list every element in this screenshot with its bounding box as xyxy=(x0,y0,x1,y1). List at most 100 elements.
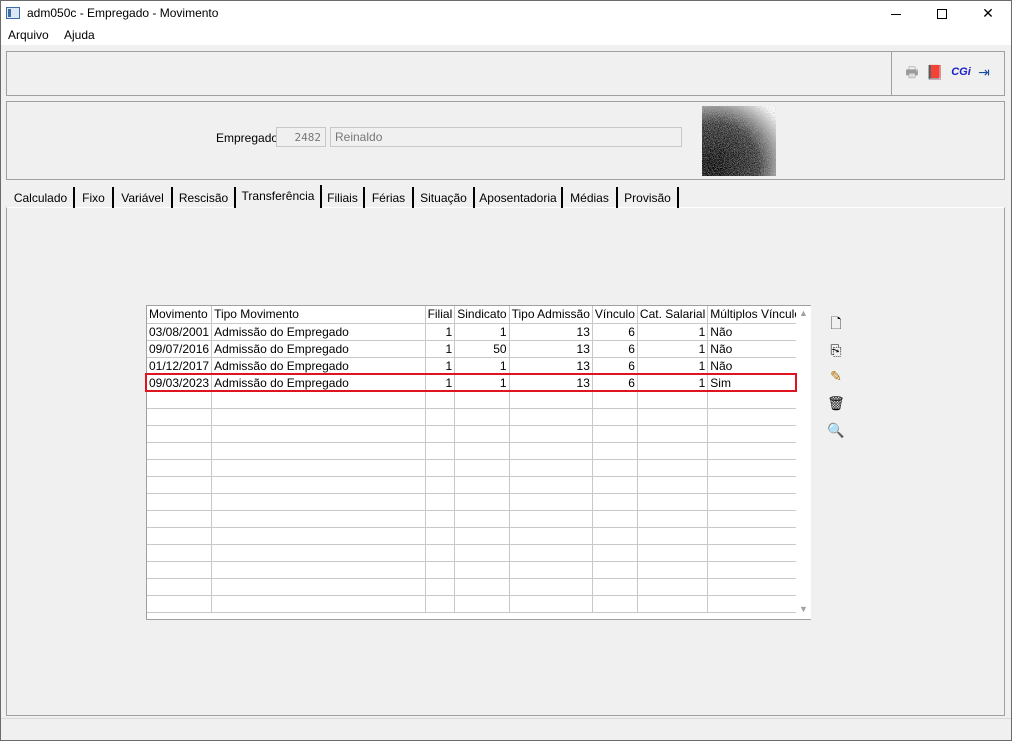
table-cell xyxy=(509,425,593,443)
column-header[interactable]: Tipo Movimento xyxy=(211,306,426,324)
empty-row[interactable] xyxy=(147,493,810,511)
table-cell xyxy=(454,493,510,511)
table-cell: Não xyxy=(707,340,810,358)
tab-rescisao[interactable]: Rescisão xyxy=(173,187,236,208)
table-cell xyxy=(454,510,510,528)
tab-situacao[interactable]: Situação xyxy=(414,187,475,208)
edit-pencil-icon[interactable]: ✎ xyxy=(827,367,845,385)
exit-icon[interactable]: ⇥ xyxy=(975,63,993,81)
table-cell xyxy=(147,459,213,477)
menu-ajuda[interactable]: Ajuda xyxy=(64,28,95,42)
employee-code-field[interactable]: 2482 xyxy=(276,127,326,147)
column-header[interactable]: Tipo Admissão xyxy=(509,306,593,324)
table-cell: 1 xyxy=(637,374,709,392)
table-cell xyxy=(425,459,456,477)
table-cell xyxy=(147,425,213,443)
minimize-button[interactable] xyxy=(873,1,919,25)
maximize-button[interactable] xyxy=(919,1,965,25)
empty-row[interactable] xyxy=(147,391,810,409)
empty-row[interactable] xyxy=(147,527,810,545)
table-cell xyxy=(454,442,510,460)
empty-row[interactable] xyxy=(147,561,810,579)
empty-row[interactable] xyxy=(147,425,810,443)
empty-row[interactable] xyxy=(147,544,810,562)
empty-row[interactable] xyxy=(147,578,810,596)
table-cell xyxy=(592,595,638,613)
table-cell xyxy=(211,595,426,613)
scroll-down-icon[interactable]: ▼ xyxy=(799,604,808,614)
table-cell xyxy=(509,459,593,477)
table-cell xyxy=(454,391,510,409)
cgi-icon[interactable]: CGi xyxy=(950,63,972,81)
table-cell xyxy=(147,476,213,494)
employee-label: Empregado: xyxy=(216,131,282,145)
close-button[interactable]: ✕ xyxy=(965,1,1011,25)
column-header[interactable]: Sindicato xyxy=(454,306,510,324)
table-cell xyxy=(425,476,456,494)
tab-provisao[interactable]: Provisão xyxy=(618,187,679,208)
table-cell: 1 xyxy=(454,374,510,392)
table-cell xyxy=(425,391,456,409)
column-header[interactable]: Múltiplos Vínculos xyxy=(707,306,810,324)
table-cell xyxy=(637,493,709,511)
table-cell xyxy=(707,578,810,596)
table-cell xyxy=(509,510,593,528)
maximize-icon xyxy=(937,9,947,20)
table-cell: 1 xyxy=(425,357,456,375)
column-header[interactable]: Vínculo xyxy=(592,306,638,324)
table-cell: Admissão do Empregado xyxy=(211,340,426,358)
table-cell xyxy=(592,391,638,409)
table-cell xyxy=(454,578,510,596)
tab-aposentadoria[interactable]: Aposentadoria xyxy=(475,187,563,208)
table-cell: Sim xyxy=(707,374,810,392)
table-cell xyxy=(592,544,638,562)
close-icon: ✕ xyxy=(982,5,994,21)
table-row[interactable]: 09/07/2016 Admissão do Empregado 1 50 13 6 1 Nã… xyxy=(147,340,810,358)
tab-transferencia[interactable]: Transferência xyxy=(236,185,322,208)
copy-icon[interactable]: ⎘ xyxy=(827,341,845,359)
scroll-up-icon[interactable]: ▲ xyxy=(799,308,808,318)
table-cell: Admissão do Empregado xyxy=(211,374,426,392)
column-header[interactable]: Filial xyxy=(425,306,456,324)
tab-variavel[interactable]: Variável xyxy=(114,187,173,208)
book-icon[interactable]: 📕 xyxy=(926,63,944,81)
trash-icon[interactable]: 🗑 xyxy=(827,394,845,412)
table-row[interactable]: 03/08/2001 Admissão do Empregado 1 1 13 6 1 Não xyxy=(147,323,810,341)
tab-calculado[interactable]: Calculado xyxy=(8,187,75,208)
empty-row[interactable] xyxy=(147,476,810,494)
table-cell: Admissão do Empregado xyxy=(211,357,426,375)
movement-grid[interactable]: Movimento Tipo Movimento Filial Sindicato Ti… xyxy=(146,305,811,620)
empty-row[interactable] xyxy=(147,408,810,426)
table-cell xyxy=(592,442,638,460)
table-row[interactable]: 01/12/2017 Admissão do Empregado 1 1 13 6 1 Não xyxy=(147,357,810,375)
table-cell: 1 xyxy=(637,323,709,341)
tab-fixo[interactable]: Fixo xyxy=(75,187,114,208)
magnifier-icon[interactable]: 🔍 xyxy=(827,421,845,439)
table-cell xyxy=(454,425,510,443)
empty-row[interactable] xyxy=(147,510,810,528)
empty-row[interactable] xyxy=(147,442,810,460)
column-header[interactable]: Movimento xyxy=(147,306,213,324)
table-cell: 6 xyxy=(592,357,638,375)
tab-filiais[interactable]: Filiais xyxy=(322,187,365,208)
toolbar-separator xyxy=(891,52,892,95)
table-cell xyxy=(147,578,213,596)
table-cell xyxy=(637,510,709,528)
new-document-icon[interactable]: 🗋 xyxy=(827,314,845,332)
empty-row[interactable] xyxy=(147,595,810,613)
table-cell xyxy=(637,578,709,596)
minimize-icon xyxy=(891,13,901,15)
tab-medias[interactable]: Médias xyxy=(563,187,618,208)
table-cell: 1 xyxy=(637,357,709,375)
grid-scrollbar[interactable]: ▲ ▼ xyxy=(796,306,811,619)
employee-name-field[interactable]: Reinaldo xyxy=(330,127,682,147)
column-header[interactable]: Cat. Salarial xyxy=(637,306,709,324)
table-row[interactable]: 09/03/2023 Admissão do Empregado 1 1 13 6 1 Sim xyxy=(147,374,810,392)
printer-icon[interactable]: 🖶 xyxy=(903,63,921,81)
tab-ferias[interactable]: Férias xyxy=(365,187,414,208)
table-cell xyxy=(425,408,456,426)
menu-arquivo[interactable]: Arquivo xyxy=(8,28,49,42)
empty-row[interactable] xyxy=(147,459,810,477)
table-cell: 01/12/2017 xyxy=(147,357,213,375)
table-cell xyxy=(637,408,709,426)
